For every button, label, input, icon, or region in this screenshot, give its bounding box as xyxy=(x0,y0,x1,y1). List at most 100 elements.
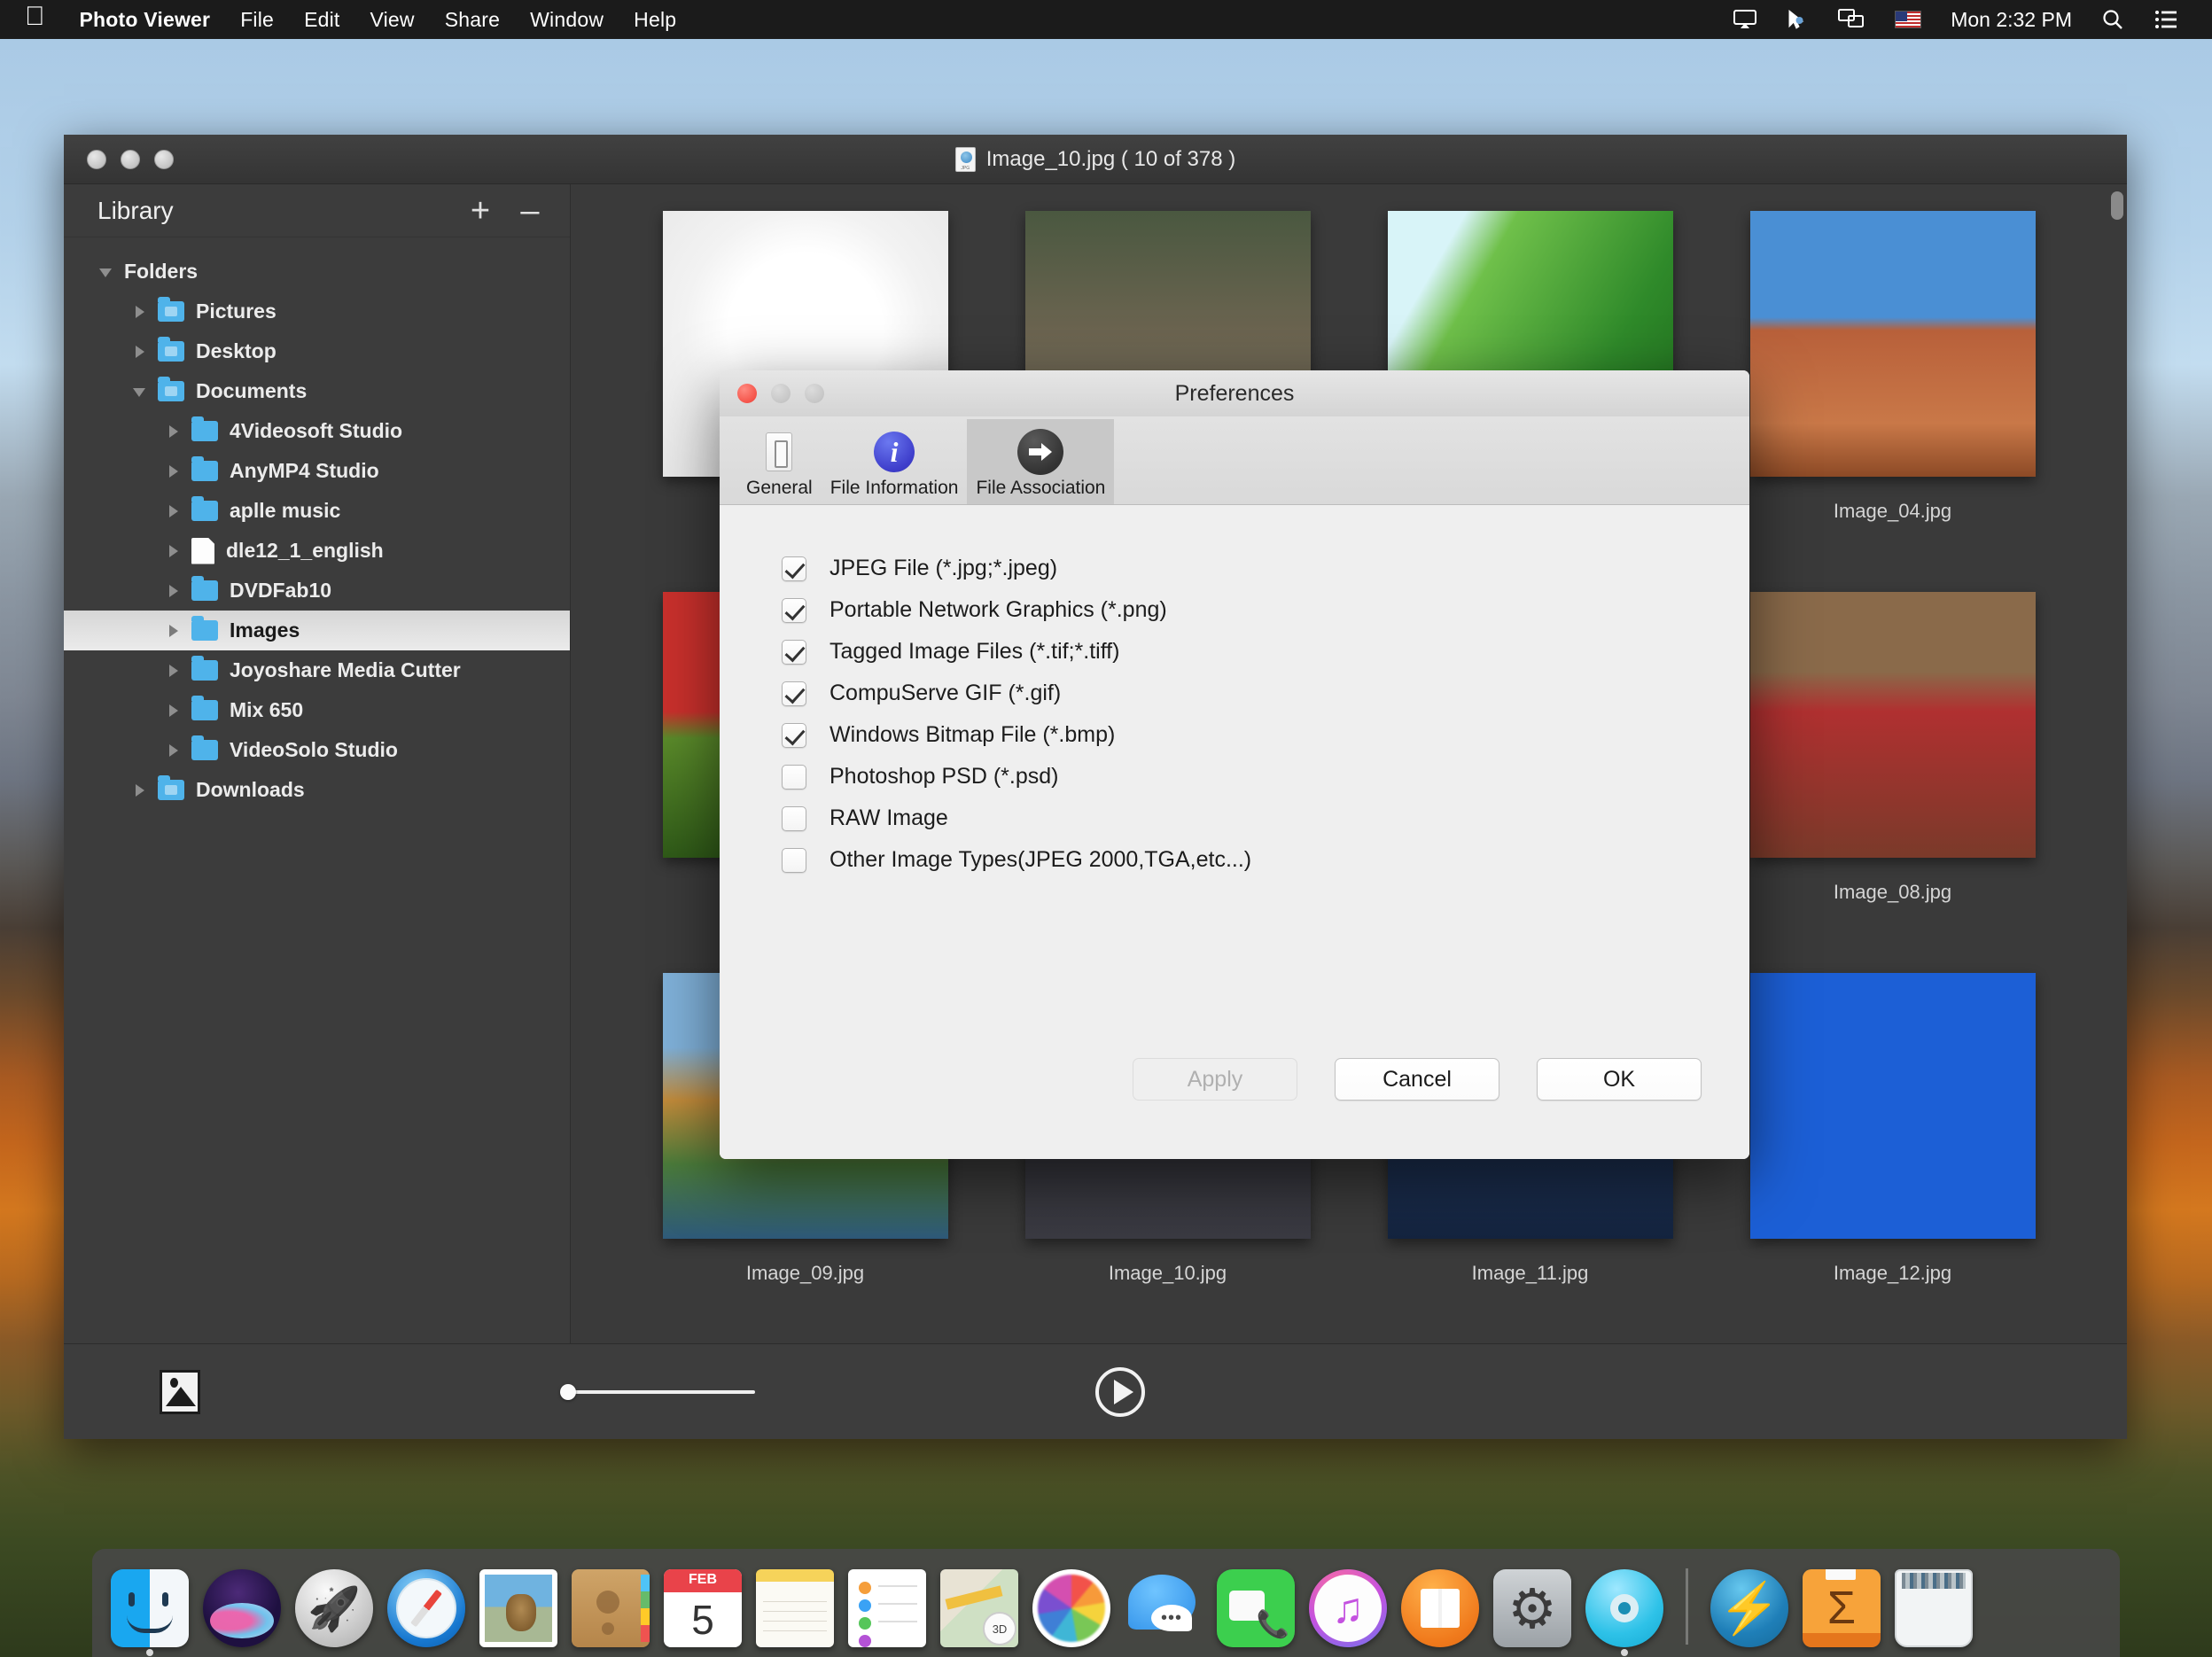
menu-item-edit[interactable]: Edit xyxy=(289,8,354,32)
disclosure-closed-icon[interactable] xyxy=(163,740,184,761)
documents-folder-icon[interactable] xyxy=(1803,1569,1881,1647)
sidebar-item-mix-650[interactable]: Mix 650 xyxy=(64,690,570,730)
dock-item-calendar[interactable]: FEB 5 xyxy=(661,1567,744,1650)
thumbnail-image[interactable] xyxy=(1749,211,2036,477)
sidebar-item-dvdfab10[interactable]: DVDFab10 xyxy=(64,571,570,611)
tab-general[interactable]: General xyxy=(737,419,822,504)
dock-item-reminders[interactable] xyxy=(845,1567,929,1650)
sidebar-item-dle12-1-english[interactable]: dle12_1_english xyxy=(64,531,570,571)
remove-folder-button[interactable]: – xyxy=(515,194,545,228)
add-folder-button[interactable]: + xyxy=(465,194,495,228)
sidebar-item-documents[interactable]: Documents xyxy=(64,371,570,411)
file-type-row[interactable]: CompuServe GIF (*.gif) xyxy=(782,673,1749,714)
downloader-icon[interactable] xyxy=(1710,1569,1788,1647)
ok-button[interactable]: OK xyxy=(1537,1058,1702,1101)
cancel-button[interactable]: Cancel xyxy=(1335,1058,1499,1101)
zoom-slider-knob[interactable] xyxy=(560,1383,576,1400)
file-type-row[interactable]: Other Image Types(JPEG 2000,TGA,etc...) xyxy=(782,839,1749,881)
dock-item-trash[interactable] xyxy=(1892,1567,1975,1650)
vertical-scrollbar[interactable] xyxy=(2111,191,2123,1255)
window-minimize-button[interactable] xyxy=(121,149,140,169)
thumbnail-cell[interactable]: Image_12.jpg xyxy=(1711,973,2074,1327)
preferences-close-button[interactable] xyxy=(737,384,757,403)
disclosure-closed-icon[interactable] xyxy=(163,461,184,482)
file-type-row[interactable]: JPEG File (*.jpg;*.jpeg) xyxy=(782,548,1749,589)
dock-item-system-preferences[interactable] xyxy=(1491,1567,1574,1650)
messages-icon[interactable] xyxy=(1125,1569,1203,1647)
sidebar-item-folders[interactable]: Folders xyxy=(64,252,570,292)
file-type-row[interactable]: Portable Network Graphics (*.png) xyxy=(782,589,1749,631)
airplay-icon[interactable] xyxy=(1718,0,1772,39)
preferences-minimize-button[interactable] xyxy=(771,384,791,403)
notification-center-icon[interactable] xyxy=(2139,0,2193,39)
dock-item-facetime[interactable] xyxy=(1214,1567,1297,1650)
launchpad-icon[interactable] xyxy=(295,1569,373,1647)
file-type-row[interactable]: Windows Bitmap File (*.bmp) xyxy=(782,714,1749,756)
dock-item-itunes[interactable] xyxy=(1306,1567,1390,1650)
disclosure-closed-icon[interactable] xyxy=(163,541,184,562)
sidebar-item-4videosoft-studio[interactable]: 4Videosoft Studio xyxy=(64,411,570,451)
dock-item-notes[interactable] xyxy=(753,1567,837,1650)
checkbox-4[interactable] xyxy=(782,681,806,706)
vertical-scrollbar-thumb[interactable] xyxy=(2111,191,2123,220)
facetime-icon[interactable] xyxy=(1217,1569,1295,1647)
maps-icon[interactable] xyxy=(940,1569,1018,1647)
apply-button[interactable]: Apply xyxy=(1133,1058,1297,1101)
menu-item-window[interactable]: Window xyxy=(515,8,619,32)
checkbox-5[interactable] xyxy=(782,722,806,748)
file-type-row[interactable]: Photoshop PSD (*.psd) xyxy=(782,756,1749,797)
dock-item-contacts[interactable] xyxy=(569,1567,652,1650)
disclosure-closed-icon[interactable] xyxy=(163,421,184,442)
thumbnail-cell[interactable]: Image_04.jpg xyxy=(1711,211,2074,565)
finder-icon[interactable] xyxy=(111,1569,189,1647)
dock-item-maps[interactable] xyxy=(938,1567,1021,1650)
play-slideshow-button[interactable] xyxy=(1095,1366,1145,1417)
image-view-icon[interactable] xyxy=(160,1369,200,1414)
us-flag-icon[interactable] xyxy=(1880,0,1936,39)
photos-icon[interactable] xyxy=(1032,1569,1110,1647)
disclosure-closed-icon[interactable] xyxy=(163,620,184,642)
photo-viewer-icon[interactable] xyxy=(1585,1569,1663,1647)
reminders-icon[interactable] xyxy=(848,1569,926,1647)
sidebar-item-joyoshare-media-cutter[interactable]: Joyoshare Media Cutter xyxy=(64,650,570,690)
dock-item-siri[interactable] xyxy=(200,1567,284,1650)
disclosure-closed-icon[interactable] xyxy=(129,341,151,362)
sidebar-item-aplle-music[interactable]: aplle music xyxy=(64,491,570,531)
preferences-maximize-button[interactable] xyxy=(805,384,824,403)
apple-menu-icon[interactable]:  xyxy=(25,4,45,30)
disclosure-closed-icon[interactable] xyxy=(163,580,184,602)
checkbox-8[interactable] xyxy=(782,847,806,873)
dock-item-ibooks[interactable] xyxy=(1398,1567,1482,1650)
disclosure-closed-icon[interactable] xyxy=(163,700,184,721)
itunes-icon[interactable] xyxy=(1309,1569,1387,1647)
mail-icon[interactable] xyxy=(479,1569,557,1647)
disclosure-open-icon[interactable] xyxy=(129,381,151,402)
checkbox-7[interactable] xyxy=(782,805,806,831)
sidebar-item-downloads[interactable]: Downloads xyxy=(64,770,570,810)
sidebar-item-desktop[interactable]: Desktop xyxy=(64,331,570,371)
tab-file-association[interactable]: File Association xyxy=(967,419,1115,504)
dock-item-downloader[interactable] xyxy=(1708,1567,1791,1650)
disclosure-closed-icon[interactable] xyxy=(163,660,184,681)
checkbox-3[interactable] xyxy=(782,639,806,665)
contacts-icon[interactable] xyxy=(572,1569,650,1647)
menu-clock[interactable]: Mon 2:32 PM xyxy=(1936,8,2086,32)
thumbnail-image[interactable] xyxy=(1749,973,2036,1239)
safari-icon[interactable] xyxy=(387,1569,465,1647)
thumbnail-image[interactable] xyxy=(1749,592,2036,858)
file-type-row[interactable]: Tagged Image Files (*.tif;*.tiff) xyxy=(782,631,1749,673)
sidebar-item-images[interactable]: Images xyxy=(64,611,570,650)
sidebar-item-videosolo-studio[interactable]: VideoSolo Studio xyxy=(64,730,570,770)
disclosure-closed-icon[interactable] xyxy=(129,780,151,801)
window-close-button[interactable] xyxy=(87,149,106,169)
menu-item-file[interactable]: File xyxy=(225,8,289,32)
dock-item-photo-viewer[interactable] xyxy=(1583,1567,1666,1656)
sidebar-item-pictures[interactable]: Pictures xyxy=(64,292,570,331)
menu-item-help[interactable]: Help xyxy=(619,8,691,32)
search-icon[interactable] xyxy=(2086,0,2139,39)
menu-item-view[interactable]: View xyxy=(355,8,430,32)
ibooks-icon[interactable] xyxy=(1401,1569,1479,1647)
checkbox-2[interactable] xyxy=(782,597,806,623)
sidebar-item-anymp4-studio[interactable]: AnyMP4 Studio xyxy=(64,451,570,491)
window-maximize-button[interactable] xyxy=(154,149,174,169)
